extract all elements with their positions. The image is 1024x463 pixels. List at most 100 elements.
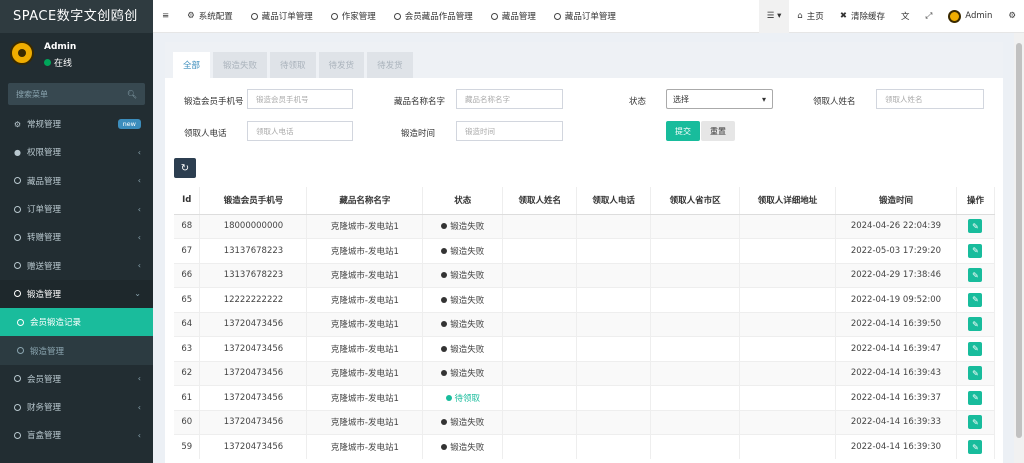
col-phone[interactable]: 锻造会员手机号 xyxy=(199,187,308,215)
status-dot-icon xyxy=(441,223,448,230)
nav-tab-system-config[interactable]: ⚙ 系统配置 xyxy=(178,0,242,33)
table-row[interactable]: 61 13720473456 克隆城市-发电站1 待领取 2022-04-14 16:3… xyxy=(174,385,996,410)
sidebar-item-general[interactable]: ⚙ 常规管理 new xyxy=(0,110,153,138)
sidebar-item-collections[interactable]: 藏品管理 ‹ xyxy=(0,167,153,195)
sidebar: SPACE数字文创鸥创 Admin 在线 搜索菜单 🔍︎ ⚙ 常规管理 new … xyxy=(0,0,153,463)
cell-phone: 18000000000 xyxy=(199,213,308,239)
scrollbar-thumb[interactable] xyxy=(1016,43,1022,438)
collection-name-input[interactable]: 藏品名称名字 xyxy=(456,89,563,109)
col-receiver-name[interactable]: 领取人姓名 xyxy=(502,187,578,215)
col-receiver-address[interactable]: 领取人详细地址 xyxy=(739,187,836,215)
edit-icon[interactable]: ✎ xyxy=(968,268,983,283)
edit-icon[interactable]: ✎ xyxy=(968,440,983,454)
phone-input[interactable]: 锻造会员手机号 xyxy=(247,89,353,109)
circle-icon xyxy=(13,177,22,185)
edit-icon[interactable]: ✎ xyxy=(968,341,983,356)
edit-icon[interactable]: ✎ xyxy=(968,219,983,234)
nav-tab-collection-orders-2[interactable]: 藏品订单管理 xyxy=(545,0,625,33)
cell-receiver-name xyxy=(502,238,578,263)
receiver-phone-input[interactable]: 领取人电话 xyxy=(247,121,353,141)
table-row[interactable]: 63 13720473456 克隆城市-发电站1 锻造失败 2022-04-14 16:… xyxy=(174,336,996,361)
table-row[interactable]: 65 12222222222 克隆城市-发电站1 锻造失败 2022-04-19 09:… xyxy=(174,287,996,312)
table-row[interactable]: 68 18000000000 克隆城市-发电站1 锻造失败 2024-04-26 22:… xyxy=(174,213,996,239)
tab-pending-ship-2[interactable]: 待发货 xyxy=(367,52,413,78)
edit-icon[interactable]: ✎ xyxy=(968,317,983,332)
translate-button[interactable]: 文 xyxy=(893,0,918,33)
search-icon[interactable]: 🔍︎ xyxy=(127,90,137,99)
cell-receiver-phone xyxy=(576,385,652,410)
table-row[interactable]: 64 13720473456 克隆城市-发电站1 锻造失败 2022-04-14 16:… xyxy=(174,311,996,337)
sidebar-item-forging[interactable]: 锻造管理 ⌄ xyxy=(0,279,153,309)
table-row[interactable]: 60 13720473456 克隆城市-发电站1 锻造失败 2022-04-14 16:… xyxy=(174,409,996,435)
col-forge-time[interactable]: 锻造时间 xyxy=(835,187,957,215)
cell-collection-name: 克隆城市-发电站1 xyxy=(306,336,424,361)
submit-button[interactable]: 提交 xyxy=(666,121,700,141)
edit-icon[interactable]: ✎ xyxy=(968,390,983,405)
cell-id: 59 xyxy=(174,434,201,459)
nav-more-dropdown[interactable]: ☰ ▾ xyxy=(758,0,790,33)
table-row[interactable]: 62 13720473456 克隆城市-发电站1 锻造失败 2022-04-14 16:… xyxy=(174,360,996,386)
receiver-name-input[interactable]: 领取人姓名 xyxy=(876,89,984,109)
edit-icon[interactable]: ✎ xyxy=(968,292,983,307)
brand-logo[interactable]: SPACE数字文创鸥创 xyxy=(0,0,153,33)
status-text: 待领取 xyxy=(454,393,481,404)
chevron-down-icon: ⌄ xyxy=(134,289,141,299)
table-row[interactable]: 66 13137678223 克隆城市-发电站1 锻造失败 2022-04-29 17:… xyxy=(174,262,996,288)
cell-receiver-phone xyxy=(576,238,652,263)
circle-icon xyxy=(490,12,498,20)
admin-menu[interactable]: Admin xyxy=(940,0,1000,33)
table-row[interactable]: 67 13137678223 克隆城市-发电站1 锻造失败 2022-05-03 17:… xyxy=(174,238,996,263)
status-text: 锻造失败 xyxy=(450,418,485,429)
list-icon: ☰ ▾ xyxy=(766,11,782,21)
table-row[interactable]: 59 13720473456 克隆城市-发电站1 锻造失败 2022-04-14 16:… xyxy=(174,434,996,459)
sidebar-item-permissions[interactable]: ● 权限管理 ‹ xyxy=(0,138,153,166)
circle-icon xyxy=(330,12,338,20)
col-collection-name[interactable]: 藏品名称名字 xyxy=(306,187,424,215)
sidebar-item-blindbox[interactable]: 盲盒管理 ‹ xyxy=(0,421,153,449)
fullscreen-button[interactable]: ⤢ xyxy=(917,0,940,33)
cell-id: 68 xyxy=(174,213,201,239)
tab-pending-claim[interactable]: 待领取 xyxy=(270,52,316,78)
refresh-button[interactable]: ↻ xyxy=(174,158,196,178)
edit-icon[interactable]: ✎ xyxy=(968,366,983,381)
forge-time-input[interactable]: 锻造时间 xyxy=(456,121,563,141)
edit-icon[interactable]: ✎ xyxy=(968,243,983,258)
sidebar-item-member-forge-records[interactable]: 会员锻造记录 xyxy=(0,308,153,337)
sidebar-item-gifts[interactable]: 赠送管理 ‹ xyxy=(0,251,153,279)
clear-cache-button[interactable]: ✖ 清除缓存 xyxy=(832,0,893,33)
cell-status: 锻造失败 xyxy=(422,287,504,312)
admin-label: Admin xyxy=(965,11,993,21)
page-scrollbar[interactable] xyxy=(1014,33,1024,463)
tab-pending-ship[interactable]: 待发货 xyxy=(318,52,365,78)
sidebar-item-label: 锻造管理 xyxy=(27,289,62,300)
nav-tab-authors[interactable]: 作家管理 xyxy=(322,0,385,33)
cell-receiver-phone xyxy=(576,434,652,459)
search-input[interactable]: 搜索菜单 🔍︎ xyxy=(8,83,145,105)
status-select[interactable]: 选择 ▾ xyxy=(666,89,773,109)
col-receiver-region[interactable]: 领取人省市区 xyxy=(650,187,741,215)
col-id[interactable]: Id xyxy=(174,187,201,215)
cell-receiver-address xyxy=(739,287,836,312)
tab-all[interactable]: 全部 xyxy=(173,52,211,78)
tab-forge-failed[interactable]: 锻造失败 xyxy=(213,52,268,78)
col-status[interactable]: 状态 xyxy=(422,187,504,215)
sidebar-item-members[interactable]: 会员管理 ‹ xyxy=(0,365,153,393)
status-select-value: 选择 xyxy=(673,94,689,104)
edit-icon[interactable]: ✎ xyxy=(968,415,983,430)
cell-collection-name: 克隆城市-发电站1 xyxy=(306,360,424,386)
col-receiver-phone[interactable]: 领取人电话 xyxy=(576,187,652,215)
home-button[interactable]: ⌂ 主页 xyxy=(789,0,831,33)
reset-button[interactable]: 重置 xyxy=(701,121,735,141)
sidebar-item-forge-manage[interactable]: 锻造管理 xyxy=(0,336,153,365)
sidebar-item-finance[interactable]: 财务管理 ‹ xyxy=(0,393,153,421)
cell-receiver-name xyxy=(502,311,578,337)
nav-tab-collections[interactable]: 藏品管理 xyxy=(482,0,545,33)
sidebar-item-orders[interactable]: 订单管理 ‹ xyxy=(0,195,153,223)
sidebar-item-transfers[interactable]: 转赠管理 ‹ xyxy=(0,223,153,251)
nav-tab-member-works[interactable]: 会员藏品作品管理 xyxy=(385,0,482,33)
settings-button[interactable]: ⚙ xyxy=(1000,0,1024,33)
cell-receiver-region xyxy=(650,385,741,410)
nav-tab-collection-orders[interactable]: 藏品订单管理 xyxy=(242,0,322,33)
sidebar-toggle-button[interactable]: ≡ xyxy=(153,0,178,33)
status-dot-icon xyxy=(441,321,448,328)
